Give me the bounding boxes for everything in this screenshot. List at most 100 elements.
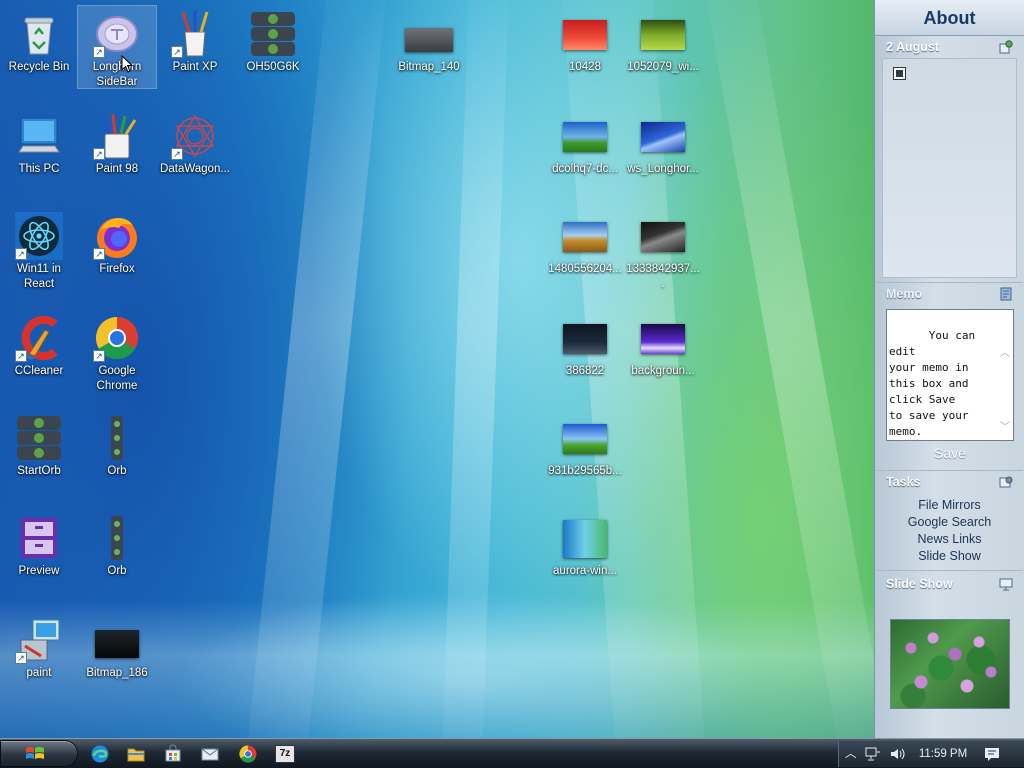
sidebar-about-header[interactable]: About bbox=[875, 0, 1024, 36]
desktop-icon-bitmap-140[interactable]: Bitmap_140 bbox=[390, 6, 468, 75]
desktop-icon-oh50g6k[interactable]: OH50G6K bbox=[234, 6, 312, 75]
file-explorer-icon[interactable] bbox=[126, 744, 146, 764]
calendar-body bbox=[882, 58, 1017, 278]
image-thumbnail-icon bbox=[561, 112, 609, 160]
desktop-icon-1052079[interactable]: 1052079_wi... bbox=[624, 6, 702, 75]
sidebar-app-icon: ↗ bbox=[93, 10, 141, 58]
ccleaner-icon: ↗ bbox=[15, 314, 63, 362]
icon-label: Paint 98 bbox=[95, 163, 139, 175]
chrome-icon[interactable] bbox=[238, 744, 258, 764]
desktop-icon-dcolhq7[interactable]: dcolhq7-dc... bbox=[546, 108, 624, 177]
7zip-icon[interactable]: 7z bbox=[275, 745, 295, 763]
slideshow-icon[interactable] bbox=[999, 577, 1013, 591]
desktop-icon-orb-2[interactable]: Orb bbox=[78, 510, 156, 579]
longhorn-sidebar: About 2 August Memo You can edit your me… bbox=[874, 0, 1024, 738]
desktop-icon-recycle-bin[interactable]: Recycle Bin bbox=[0, 6, 78, 75]
image-thumbnail-icon bbox=[639, 212, 687, 260]
icon-label: 931b29565b... bbox=[548, 465, 622, 477]
notifications-icon[interactable] bbox=[983, 746, 1001, 762]
icon-label: StartOrb bbox=[17, 465, 61, 477]
icon-label: paint bbox=[26, 667, 52, 679]
task-link-google-search[interactable]: Google Search bbox=[876, 514, 1023, 531]
desktop-icon-this-pc[interactable]: This PC bbox=[0, 108, 78, 177]
memo-text: You can edit your memo in this box and c… bbox=[889, 329, 976, 438]
icon-label: 10428 bbox=[569, 61, 601, 73]
icon-label: aurora-win... bbox=[553, 565, 617, 577]
store-icon[interactable] bbox=[163, 744, 183, 764]
scroll-up-icon[interactable]: ︿ bbox=[999, 346, 1011, 362]
desktop-icon-aurora-win[interactable]: aurora-win... bbox=[546, 510, 624, 579]
datawagon-icon: ↗ bbox=[171, 112, 219, 160]
memo-save-button[interactable]: Save bbox=[886, 443, 1014, 463]
show-hidden-icons-chevron-icon[interactable]: ︿ bbox=[845, 746, 857, 762]
shortcut-arrow-icon: ↗ bbox=[15, 350, 27, 362]
icon-label: Bitmap_140 bbox=[398, 61, 460, 73]
desktop-icon-386822[interactable]: 386822 bbox=[546, 310, 624, 379]
desktop-icon-firefox[interactable]: ↗ Firefox bbox=[78, 208, 156, 277]
icon-label: DataWagon... bbox=[160, 163, 230, 175]
tasks-settings-icon[interactable] bbox=[999, 475, 1013, 489]
desktop-icon-win11-in-react[interactable]: ↗ Win11 in React bbox=[0, 208, 78, 292]
calendar-settings-icon[interactable] bbox=[999, 40, 1013, 54]
start-button[interactable] bbox=[0, 740, 78, 767]
image-thumbnail-icon bbox=[561, 314, 609, 362]
desktop-icon-background[interactable]: backgroun... bbox=[624, 310, 702, 379]
memo-textarea[interactable]: You can edit your memo in this box and c… bbox=[886, 309, 1014, 441]
image-thumbnail-icon bbox=[561, 212, 609, 260]
desktop-icon-paint[interactable]: ↗ paint bbox=[0, 612, 78, 681]
desktop-icon-931b29565b[interactable]: 931b29565b... bbox=[546, 410, 624, 479]
tasks-list: File Mirrors Google Search News Links Sl… bbox=[876, 497, 1023, 565]
desktop-icon-preview[interactable]: Preview bbox=[0, 510, 78, 579]
calendar-checkbox[interactable] bbox=[893, 67, 906, 80]
shortcut-arrow-icon: ↗ bbox=[93, 46, 105, 58]
memo-tile: Memo You can edit your memo in this box … bbox=[876, 282, 1023, 466]
desktop-icon-longhorn-sidebar[interactable]: ↗ Longhorn SideBar bbox=[77, 5, 157, 89]
desktop-icon-1333842937[interactable]: 1333842937.... bbox=[624, 208, 702, 292]
network-icon[interactable] bbox=[865, 746, 881, 762]
image-thumbnail-icon bbox=[639, 314, 687, 362]
desktop-icon-startorb[interactable]: StartOrb bbox=[0, 410, 78, 479]
windows-logo-icon bbox=[26, 747, 44, 759]
desktop-icon-paint-xp[interactable]: ↗ Paint XP bbox=[156, 6, 234, 75]
desktop-wallpaper: Recycle Bin This PC ↗ Win11 in React ↗ C… bbox=[0, 0, 874, 738]
paint-installer-icon: ↗ bbox=[15, 616, 63, 664]
mail-icon[interactable] bbox=[200, 744, 220, 764]
edge-icon[interactable] bbox=[90, 744, 110, 764]
clock[interactable]: 11:59 PM bbox=[915, 746, 971, 762]
react-icon: ↗ bbox=[15, 212, 63, 260]
icon-label: 1052079_wi... bbox=[627, 61, 699, 73]
desktop-icon-ws-longhorn[interactable]: ws_Longhor... bbox=[624, 108, 702, 177]
volume-icon[interactable] bbox=[889, 746, 907, 762]
image-thumbnail-icon bbox=[561, 414, 609, 462]
icon-label: Longhorn SideBar bbox=[92, 61, 142, 88]
desktop-icon-bitmap-186[interactable]: Bitmap_186 bbox=[78, 612, 156, 681]
desktop-icon-orb[interactable]: Orb bbox=[78, 410, 156, 479]
icon-label: Win11 in React bbox=[17, 263, 61, 290]
desktop-icon-ccleaner[interactable]: ↗ CCleaner bbox=[0, 310, 78, 379]
calendar-tile-header: 2 August bbox=[876, 36, 1023, 58]
7zip-icon-label: 7z bbox=[279, 748, 291, 759]
icon-label: Paint XP bbox=[172, 61, 218, 73]
shortcut-arrow-icon: ↗ bbox=[93, 148, 105, 160]
recycle-bin-icon bbox=[15, 10, 63, 58]
task-link-file-mirrors[interactable]: File Mirrors bbox=[876, 497, 1023, 514]
slideshow-photo[interactable] bbox=[890, 619, 1010, 709]
scroll-down-icon[interactable]: ﹀ bbox=[999, 420, 1011, 436]
tasks-tile: Tasks File Mirrors Google Search News Li… bbox=[876, 470, 1023, 568]
mouse-cursor-icon bbox=[121, 55, 133, 73]
memo-scrollbar[interactable]: ︿ ﹀ bbox=[999, 314, 1011, 436]
shortcut-arrow-icon: ↗ bbox=[15, 248, 27, 260]
icon-label: Orb bbox=[107, 565, 127, 577]
desktop-icon-10428[interactable]: 10428 bbox=[546, 6, 624, 75]
system-tray: ︿ 11:59 PM bbox=[838, 741, 1024, 767]
desktop-icon-datawagon[interactable]: ↗ DataWagon... bbox=[156, 108, 234, 177]
desktop-icon-google-chrome[interactable]: ↗ Google Chrome bbox=[78, 310, 156, 394]
task-link-slide-show[interactable]: Slide Show bbox=[876, 548, 1023, 565]
task-link-news-links[interactable]: News Links bbox=[876, 531, 1023, 548]
memo-icon[interactable] bbox=[999, 287, 1013, 301]
icon-label: OH50G6K bbox=[246, 61, 300, 73]
desktop-icon-1480556204[interactable]: 1480556204... bbox=[546, 208, 624, 277]
desktop-icon-paint-98[interactable]: ↗ Paint 98 bbox=[78, 108, 156, 177]
icon-label: ws_Longhor... bbox=[627, 163, 699, 175]
icon-label: Orb bbox=[107, 465, 127, 477]
